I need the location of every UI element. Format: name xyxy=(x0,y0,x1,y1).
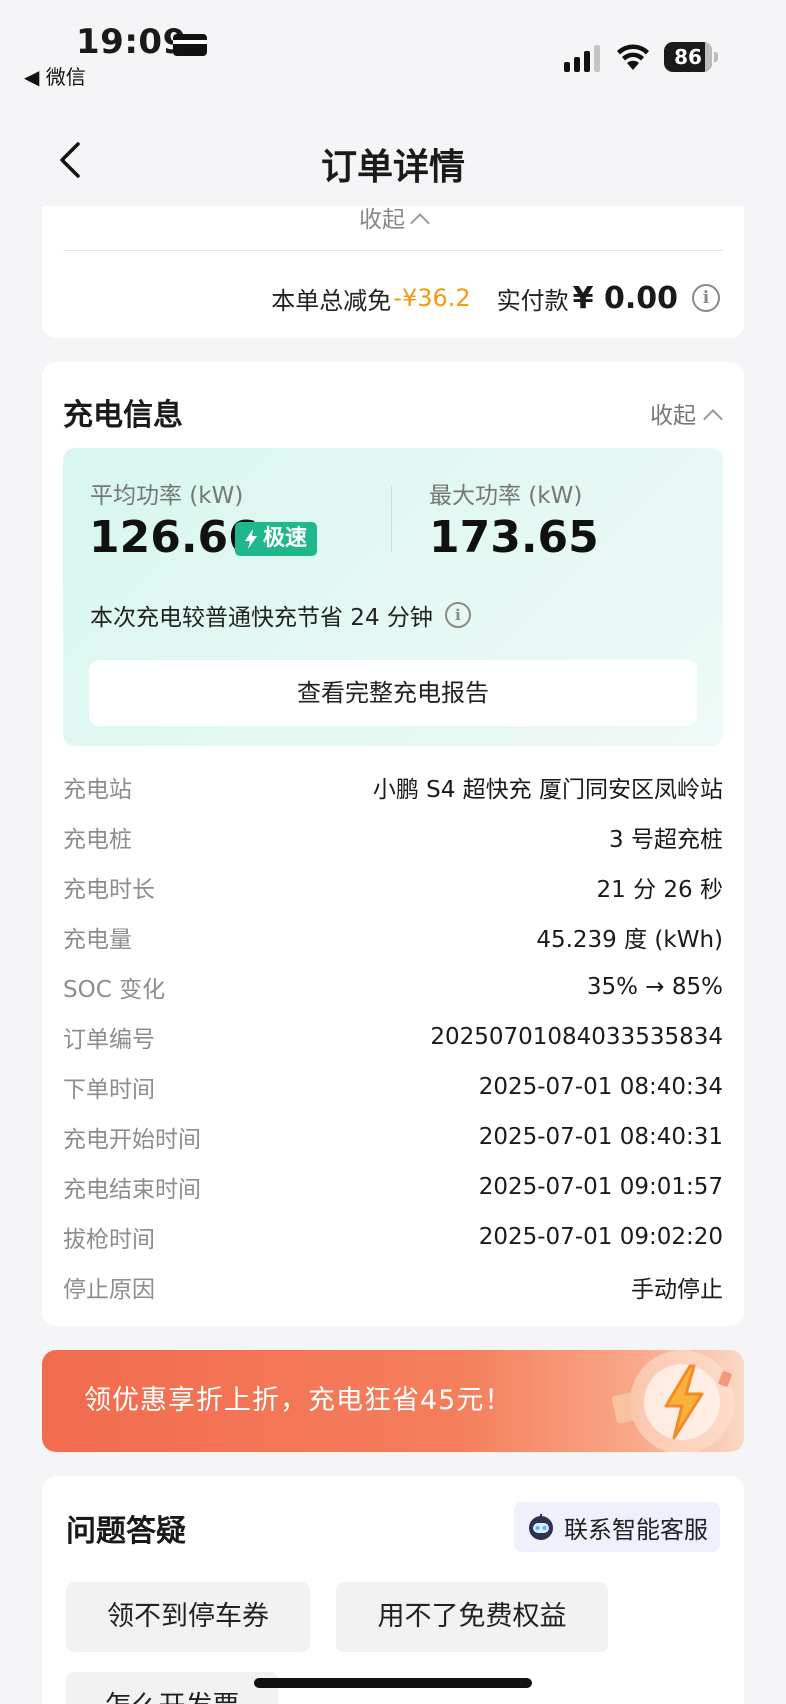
paid-value: ¥ 0.00 xyxy=(572,280,678,316)
promo-text: 领优惠享折上折，充电狂省45元！ xyxy=(84,1385,513,1416)
robot-icon xyxy=(529,1514,553,1540)
charge-info-card: 充电信息 收起 平均功率 (kW) 126.66 极速 最大功率 (kW) 17… xyxy=(42,362,744,1326)
discount-value: -¥36.2 xyxy=(393,284,471,312)
detail-value: 35% → 85% xyxy=(586,974,723,1000)
collapse-fees-toggle[interactable]: 收起 xyxy=(42,200,744,234)
detail-label: SOC 变化 xyxy=(63,977,166,1003)
detail-label: 充电时长 xyxy=(63,877,155,903)
faq-title: 问题答疑 xyxy=(66,1514,186,1549)
detail-value: 21 分 26 秒 xyxy=(596,877,723,903)
detail-row: 停止原因 手动停止 xyxy=(63,1262,723,1312)
contact-support-label: 联系智能客服 xyxy=(564,1515,708,1544)
time-saving-note: 本次充电较普通快充节省 24 分钟 i xyxy=(90,598,471,632)
detail-row: SOC 变化 35% → 85% xyxy=(63,962,723,1012)
contact-support-button[interactable]: 联系智能客服 xyxy=(514,1502,720,1552)
discount-label: 本单总减免 xyxy=(271,286,392,315)
power-summary-panel: 平均功率 (kW) 126.66 极速 最大功率 (kW) 173.65 本次充… xyxy=(63,448,723,746)
detail-row: 充电量 45.239 度 (kWh) xyxy=(63,912,723,962)
paid-label: 实付款 xyxy=(496,286,569,315)
avg-power-label: 平均功率 (kW) xyxy=(90,483,244,509)
detail-value: 2025-07-01 09:02:20 xyxy=(478,1224,723,1250)
battery-icon: 86 xyxy=(664,42,718,72)
status-bar: 19:09 ◀ 微信 86 xyxy=(0,0,786,100)
faq-card: 问题答疑 联系智能客服 领不到停车券 用不了免费权益 怎么开发票 xyxy=(42,1476,744,1704)
back-to-wechat-link[interactable]: ◀ 微信 xyxy=(24,61,86,90)
payment-summary-card: 收起 本单总减免 -¥36.2 实付款 ¥ 0.00 i xyxy=(42,206,744,338)
chevron-up-icon xyxy=(410,213,430,233)
detail-label: 拔枪时间 xyxy=(63,1227,155,1253)
faq-chip[interactable]: 用不了免费权益 xyxy=(336,1582,608,1652)
signal-icon xyxy=(564,45,600,72)
status-time: 19:09 xyxy=(76,22,187,62)
max-power-label: 最大功率 (kW) xyxy=(429,483,583,509)
page-title: 订单详情 xyxy=(320,147,465,188)
detail-row: 充电桩 3 号超充桩 xyxy=(63,812,723,862)
detail-value: 2025-07-01 08:40:34 xyxy=(478,1074,723,1100)
detail-label: 停止原因 xyxy=(63,1277,155,1303)
collapse-label: 收起 xyxy=(650,403,696,429)
divider xyxy=(391,486,392,552)
chevron-up-icon xyxy=(703,409,723,429)
info-icon[interactable]: i xyxy=(692,284,720,312)
divider xyxy=(63,250,723,251)
detail-row: 充电结束时间 2025-07-01 09:01:57 xyxy=(63,1162,723,1212)
detail-label: 充电量 xyxy=(63,927,132,953)
collapse-label: 收起 xyxy=(359,207,405,233)
detail-value: 3 号超充桩 xyxy=(609,827,723,853)
section-title: 充电信息 xyxy=(63,398,183,433)
time-saving-text: 本次充电较普通快充节省 24 分钟 xyxy=(90,605,433,631)
detail-value: 2025-07-01 09:01:57 xyxy=(478,1174,723,1200)
detail-row: 下单时间 2025-07-01 08:40:34 xyxy=(63,1062,723,1112)
total-row: 本单总减免 -¥36.2 实付款 ¥ 0.00 i xyxy=(271,278,720,318)
detail-value: 小鹏 S4 超快充 厦门同安区凤岭站 xyxy=(372,777,723,803)
card-icon xyxy=(173,34,207,56)
max-power-value: 173.65 xyxy=(429,512,599,563)
detail-row: 订单编号 20250701084033535834 xyxy=(63,1012,723,1062)
detail-row: 充电时长 21 分 26 秒 xyxy=(63,862,723,912)
detail-value: 手动停止 xyxy=(631,1277,723,1303)
speed-badge-label: 极速 xyxy=(263,526,308,551)
speed-badge: 极速 xyxy=(235,522,318,556)
promo-banner[interactable]: 领优惠享折上折，充电狂省45元！ xyxy=(42,1350,744,1452)
faq-chip[interactable]: 领不到停车券 xyxy=(66,1582,310,1652)
info-icon[interactable]: i xyxy=(444,602,471,628)
detail-row: 充电站 小鹏 S4 超快充 厦门同安区凤岭站 xyxy=(63,762,723,812)
detail-label: 订单编号 xyxy=(63,1027,155,1053)
detail-row: 拔枪时间 2025-07-01 09:02:20 xyxy=(63,1212,723,1262)
lightning-promo-icon xyxy=(611,1350,734,1452)
charge-detail-list: 充电站 小鹏 S4 超快充 厦门同安区凤岭站充电桩 3 号超充桩充电时长 21 分 2… xyxy=(63,762,723,1312)
bolt-icon xyxy=(245,529,257,549)
faq-chip[interactable]: 怎么开发票 xyxy=(66,1672,278,1704)
detail-row: 充电开始时间 2025-07-01 08:40:31 xyxy=(63,1112,723,1162)
collapse-charge-info-toggle[interactable]: 收起 xyxy=(650,396,723,430)
detail-label: 充电开始时间 xyxy=(63,1127,201,1153)
detail-label: 下单时间 xyxy=(63,1077,155,1103)
home-indicator[interactable] xyxy=(254,1678,532,1688)
detail-label: 充电桩 xyxy=(63,827,132,853)
avg-power-value: 126.66 xyxy=(89,512,259,563)
detail-label: 充电结束时间 xyxy=(63,1177,201,1203)
view-full-report-button[interactable]: 查看完整充电报告 xyxy=(89,660,697,726)
wifi-icon xyxy=(617,44,649,70)
detail-value: 45.239 度 (kWh) xyxy=(536,927,723,953)
detail-value: 20250701084033535834 xyxy=(430,1024,723,1050)
detail-label: 充电站 xyxy=(63,777,132,803)
battery-level: 86 xyxy=(674,45,702,69)
detail-value: 2025-07-01 08:40:31 xyxy=(478,1124,723,1150)
